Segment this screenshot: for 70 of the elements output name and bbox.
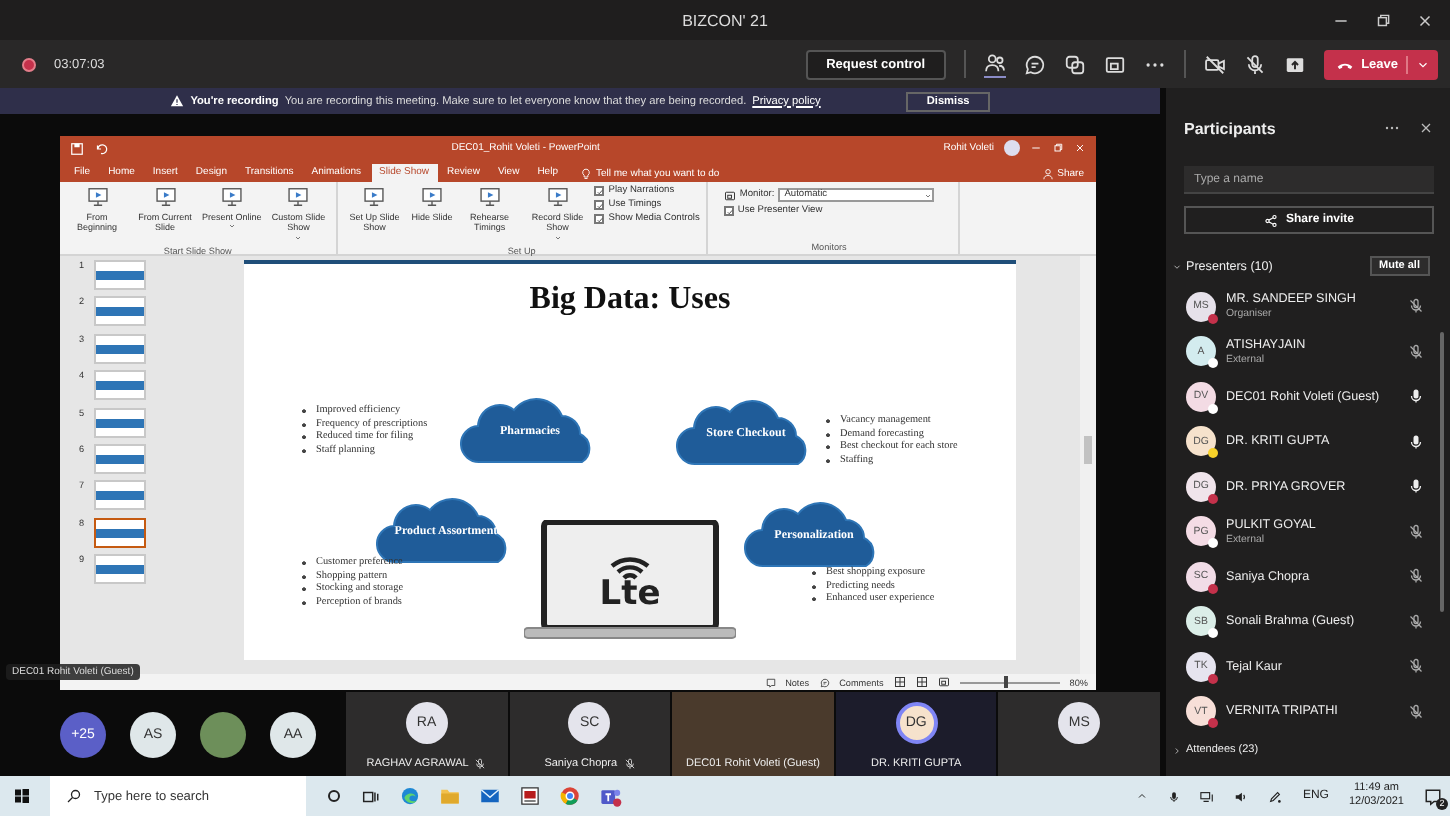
mic-off-icon[interactable] [1408,658,1424,675]
checkbox[interactable] [723,206,734,216]
slide-thumbnail[interactable] [94,554,146,585]
tick-icon [596,202,605,210]
mic-icon[interactable] [1408,478,1424,495]
tray-icon[interactable] [1103,53,1126,75]
app-icon[interactable] [520,786,540,806]
close-icon[interactable] [1418,120,1434,136]
comment-icon [819,677,830,687]
tick-icon [725,208,734,216]
restore-icon[interactable] [1374,11,1392,29]
mic-off-icon[interactable] [1408,298,1424,315]
slide-sorter-icon[interactable] [915,676,928,688]
speaker-icon[interactable] [1234,789,1249,803]
squares-icon[interactable] [1063,53,1086,75]
windows-icon[interactable] [14,788,30,804]
logo-text: Lte [597,574,663,614]
slide-thumbnail[interactable] [94,443,146,474]
panel-title: Participants [1184,119,1278,137]
tick-icon [596,216,605,224]
normal-view-icon[interactable] [893,676,906,688]
browser-icon[interactable] [560,786,580,806]
caret-icon[interactable] [1172,261,1182,271]
reading-view-icon[interactable] [937,676,950,688]
network-icon[interactable] [1200,789,1215,803]
avatar-photo-placeholder [200,711,246,757]
slide-thumbnail[interactable] [94,260,146,290]
slide-thumbnail[interactable] [94,370,146,401]
caret-icon [1416,57,1430,71]
checkbox[interactable] [594,214,605,224]
chat-icon[interactable] [1023,53,1046,75]
save-icon[interactable] [70,141,84,155]
mic-off-icon[interactable] [1408,703,1424,720]
checkbox[interactable] [594,200,605,210]
tick-icon [596,188,605,196]
circle-icon[interactable] [326,788,342,804]
mic-icon[interactable] [1408,433,1424,450]
user-avatar [1004,140,1020,156]
slide-thumbnail[interactable] [94,296,146,327]
mic-off-icon[interactable] [1408,613,1424,630]
slide-thumbnail[interactable] [94,517,146,548]
window-title: BIZCON' 21 [682,11,768,29]
mic-off-icon[interactable] [1408,568,1424,585]
monitor-icon [723,189,736,201]
mic-off-icon[interactable] [1408,343,1424,360]
notes-icon [765,677,776,687]
mic-icon[interactable] [1168,789,1181,803]
team-app-icon[interactable] [600,785,622,807]
browser-icon[interactable] [400,786,420,806]
notification-icon[interactable] [1424,787,1442,805]
search-icon [66,788,82,804]
slide-title: Big Data: Uses [527,282,733,318]
slide-thumbnail[interactable] [94,480,146,511]
mail-icon[interactable] [480,786,500,806]
mic-icon[interactable] [1408,388,1424,405]
camera-off-icon[interactable] [1203,53,1226,75]
slide-thumbnail[interactable] [94,333,146,364]
share-icon [1263,213,1278,227]
mic-off-icon[interactable] [1408,523,1424,540]
undo-icon[interactable] [94,141,108,155]
upload-icon[interactable] [1283,53,1306,75]
checkbox[interactable] [594,186,605,196]
close-icon[interactable] [1416,11,1434,29]
pen-icon[interactable] [1268,789,1283,803]
caret-icon[interactable] [1172,745,1182,755]
warning-icon [170,94,185,108]
slide-thumbnail[interactable] [94,407,146,438]
task-view-icon[interactable] [362,787,380,805]
people-icon[interactable] [983,51,1006,73]
caret-up-icon[interactable] [1136,790,1149,802]
